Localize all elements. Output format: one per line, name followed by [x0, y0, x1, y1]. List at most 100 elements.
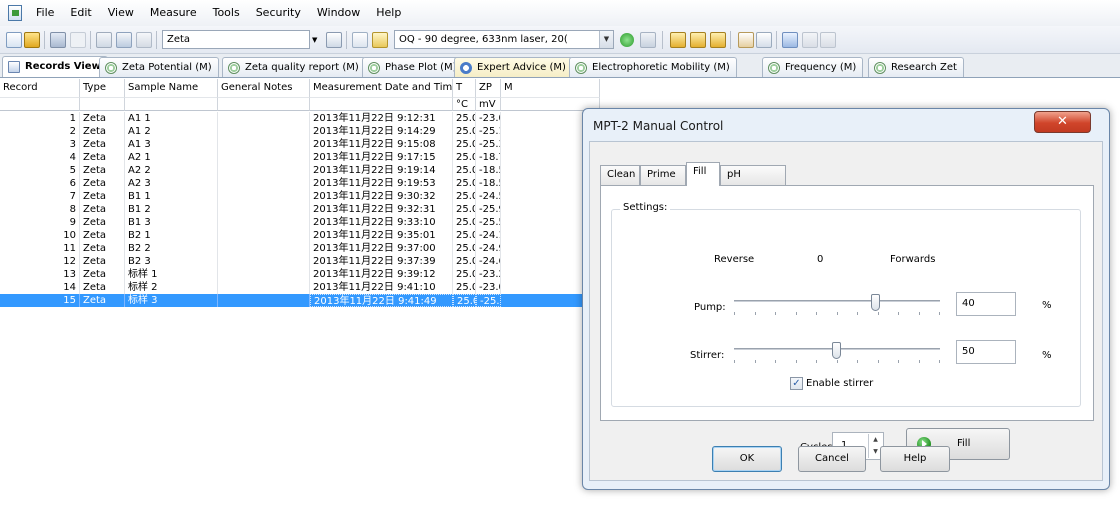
dialog-title: MPT-2 Manual Control — [593, 119, 724, 133]
column-header-sample-name[interactable]: Sample Name — [125, 79, 218, 97]
print-icon[interactable] — [70, 32, 86, 48]
menu-tools[interactable]: Tools — [205, 0, 248, 26]
table-row[interactable]: 8ZetaB1 2 2013年11月22日 9:32:3125.0-25.9 — [0, 203, 600, 216]
spin-up-icon[interactable]: ▲ — [869, 434, 882, 446]
advice-icon — [460, 62, 472, 74]
ok-button[interactable]: OK — [712, 446, 782, 472]
menu-security[interactable]: Security — [248, 0, 309, 26]
table-row[interactable]: 14Zeta标样 2 2013年11月22日 9:41:1025.0-23.0 — [0, 281, 600, 294]
cell-datetime: 2013年11月22日 9:41:10 — [310, 281, 453, 294]
tab-frequency[interactable]: Frequency (M) — [762, 57, 864, 77]
report-icon-3[interactable] — [710, 32, 726, 48]
pump-value-input[interactable]: 40 — [956, 292, 1016, 316]
report-icon-2[interactable] — [690, 32, 706, 48]
table-row[interactable]: 1ZetaA1 1 2013年11月22日 9:12:3125.0-23.0 — [0, 112, 600, 125]
table-row[interactable]: 7ZetaB1 1 2013年11月22日 9:30:3225.0-24.5 — [0, 190, 600, 203]
menu-edit[interactable]: Edit — [62, 0, 99, 26]
help-button[interactable]: Help — [880, 446, 950, 472]
measurement-type-dropdown-icon[interactable]: ▼ — [312, 36, 320, 44]
cell-notes — [218, 112, 310, 125]
stirrer-slider-thumb[interactable] — [832, 342, 841, 359]
tab-zeta-quality-report[interactable]: Zeta quality report (M) — [222, 57, 366, 77]
report-icon-1[interactable] — [670, 32, 686, 48]
tab-phase-plot[interactable]: Phase Plot (M) — [362, 57, 464, 77]
stirrer-value-input[interactable]: 50 — [956, 340, 1016, 364]
table-row[interactable]: 10ZetaB2 1 2013年11月22日 9:35:0125.0-24.1 — [0, 229, 600, 242]
slider-tick — [734, 312, 735, 315]
tab-records-view[interactable]: Records View — [2, 56, 108, 77]
export-icon[interactable] — [756, 32, 772, 48]
menu-file[interactable]: File — [28, 0, 62, 26]
cell-notes — [218, 177, 310, 190]
cut-icon[interactable] — [96, 32, 112, 48]
table-row[interactable]: 12ZetaB2 3 2013年11月22日 9:37:3925.0-24.6 — [0, 255, 600, 268]
menu-window[interactable]: Window — [309, 0, 368, 26]
tab-label: Zeta Potential (M) — [122, 62, 212, 73]
menu-view[interactable]: View — [100, 0, 142, 26]
cell-notes — [218, 125, 310, 138]
sop-select[interactable]: OQ - 90 degree, 633nm laser, 20( ▼ — [394, 30, 614, 49]
fill-tab-page: Settings: Reverse 0 Forwards Pump: 40 % … — [600, 185, 1094, 421]
tab-expert-advice[interactable]: Expert Advice (M) — [454, 57, 573, 77]
column-header-zeta-potential[interactable]: ZP — [476, 79, 501, 97]
tab-fill[interactable]: Fill — [686, 162, 720, 186]
tab-electrophoretic-mobility[interactable]: Electrophoretic Mobility (M) — [569, 57, 737, 77]
enable-stirrer-checkbox[interactable]: ✓ — [790, 377, 803, 390]
measure-settings-icon[interactable] — [326, 32, 342, 48]
cell-datetime: 2013年11月22日 9:35:01 — [310, 229, 453, 242]
column-header-mobility[interactable]: M — [501, 79, 600, 97]
stirrer-slider[interactable] — [734, 342, 940, 366]
pump-slider[interactable] — [734, 294, 940, 318]
cell-datetime: 2013年11月22日 9:33:10 — [310, 216, 453, 229]
new-file-icon[interactable] — [6, 32, 22, 48]
column-header-record[interactable]: Record — [0, 79, 80, 97]
pump-slider-track — [734, 300, 940, 302]
back-icon[interactable] — [782, 32, 798, 48]
column-header-temperature[interactable]: T — [453, 79, 476, 97]
tab-zeta-potential[interactable]: Zeta Potential (M) — [99, 57, 219, 77]
table-row-selected[interactable]: 15Zeta标样 3 2013年11月22日 9:41:4925.0-25.3 — [0, 294, 600, 307]
table-row[interactable]: 11ZetaB2 2 2013年11月22日 9:37:0025.0-24.9 — [0, 242, 600, 255]
cell-notes — [218, 190, 310, 203]
paste-icon[interactable] — [136, 32, 152, 48]
menu-measure[interactable]: Measure — [142, 0, 205, 26]
measurement-type-select[interactable]: Zeta — [162, 30, 310, 49]
table-row[interactable]: 9ZetaB1 3 2013年11月22日 9:33:1025.0-25.5 — [0, 216, 600, 229]
forward-icon[interactable] — [802, 32, 818, 48]
eject-icon[interactable] — [640, 32, 656, 48]
column-header-measurement-date[interactable]: Measurement Date and Time — [310, 79, 453, 97]
cell-record: 2 — [0, 125, 80, 138]
refresh-icon[interactable] — [820, 32, 836, 48]
table-row[interactable]: 13Zeta标样 1 2013年11月22日 9:39:1225.0-23.2 — [0, 268, 600, 281]
column-header-type[interactable]: Type — [80, 79, 125, 97]
cell-t: 25.0 — [453, 164, 476, 177]
sop-dropdown-icon[interactable]: ▼ — [599, 31, 613, 48]
tab-clean[interactable]: Clean — [600, 165, 640, 185]
table-row[interactable]: 6ZetaA2 3 2013年11月22日 9:19:5325.0-18.5 — [0, 177, 600, 190]
table-row[interactable]: 3ZetaA1 3 2013年11月22日 9:15:0825.0-25.3 — [0, 138, 600, 151]
table-row[interactable]: 2ZetaA1 2 2013年11月22日 9:14:2925.0-25.1 — [0, 125, 600, 138]
view-tab-strip: Records View Zeta Potential (M) Zeta qua… — [0, 54, 1120, 78]
table-row[interactable]: 4ZetaA2 1 2013年11月22日 9:17:1525.0-18.7 — [0, 151, 600, 164]
tab-label: Records View — [25, 61, 101, 72]
table-row[interactable]: 5ZetaA2 2 2013年11月22日 9:19:1425.0-18.5 — [0, 164, 600, 177]
column-header-general-notes[interactable]: General Notes — [218, 79, 310, 97]
save-icon[interactable] — [50, 32, 66, 48]
cell-type: Zeta — [80, 229, 125, 242]
close-button[interactable]: ✕ — [1034, 111, 1091, 133]
cancel-button[interactable]: Cancel — [798, 446, 866, 472]
pump-slider-thumb[interactable] — [871, 294, 880, 311]
tab-prime[interactable]: Prime — [640, 165, 686, 185]
copy-icon[interactable] — [116, 32, 132, 48]
tab-ph-monitor[interactable]: pH Monitor — [720, 165, 786, 198]
chart-icon[interactable] — [738, 32, 754, 48]
sop-icon[interactable] — [352, 32, 368, 48]
menu-help[interactable]: Help — [368, 0, 409, 26]
cell-sample: B2 1 — [125, 229, 218, 242]
tab-research-zeta[interactable]: Research Zet — [868, 57, 964, 77]
open-folder-icon[interactable] — [24, 32, 40, 48]
cell-zp: -25.1 — [476, 125, 501, 138]
start-measurement-icon[interactable] — [620, 33, 634, 47]
new-sop-icon[interactable] — [372, 32, 388, 48]
cell-record: 4 — [0, 151, 80, 164]
